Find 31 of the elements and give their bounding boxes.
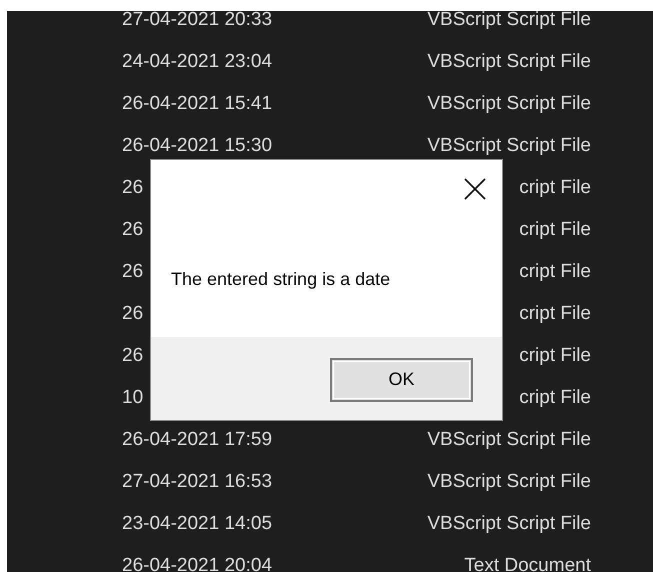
date-modified-cell: 26 (122, 345, 144, 367)
close-icon[interactable] (464, 178, 486, 200)
dialog-message: The entered string is a date (171, 269, 390, 290)
file-type-cell: VBScript Script File (427, 513, 591, 535)
date-modified-cell: 26-04-2021 15:41 (122, 93, 272, 115)
date-modified-cell: 26 (122, 177, 144, 199)
file-type-cell: cript File (519, 177, 591, 199)
date-modified-cell: 26 (122, 303, 144, 325)
file-type-cell: cript File (519, 345, 591, 367)
date-modified-cell: 26-04-2021 15:30 (122, 135, 272, 157)
file-type-cell: VBScript Script File (427, 51, 591, 73)
file-type-cell: Text Document (464, 555, 591, 572)
ok-button[interactable]: OK (330, 358, 473, 402)
file-type-cell: cript File (519, 303, 591, 325)
file-type-cell: VBScript Script File (427, 471, 591, 493)
date-modified-cell: 26-04-2021 17:59 (122, 429, 272, 451)
file-type-cell: VBScript Script File (427, 429, 591, 451)
file-type-cell: cript File (519, 387, 591, 409)
file-type-cell: VBScript Script File (427, 135, 591, 157)
file-type-cell: cript File (519, 219, 591, 241)
date-modified-cell: 27-04-2021 16:53 (122, 471, 272, 493)
file-type-cell: cript File (519, 261, 591, 283)
date-modified-cell: 26-04-2021 20:04 (122, 555, 272, 572)
file-type-cell: VBScript Script File (427, 93, 591, 115)
date-modified-cell: 27-04-2021 20:33 (122, 11, 272, 31)
date-modified-cell: 23-04-2021 14:05 (122, 513, 272, 535)
date-modified-cell: 26 (122, 219, 144, 241)
date-modified-cell: 10 (122, 387, 144, 409)
file-type-cell: VBScript Script File (427, 11, 591, 31)
date-modified-cell: 26 (122, 261, 144, 283)
date-modified-cell: 24-04-2021 23:04 (122, 51, 272, 73)
